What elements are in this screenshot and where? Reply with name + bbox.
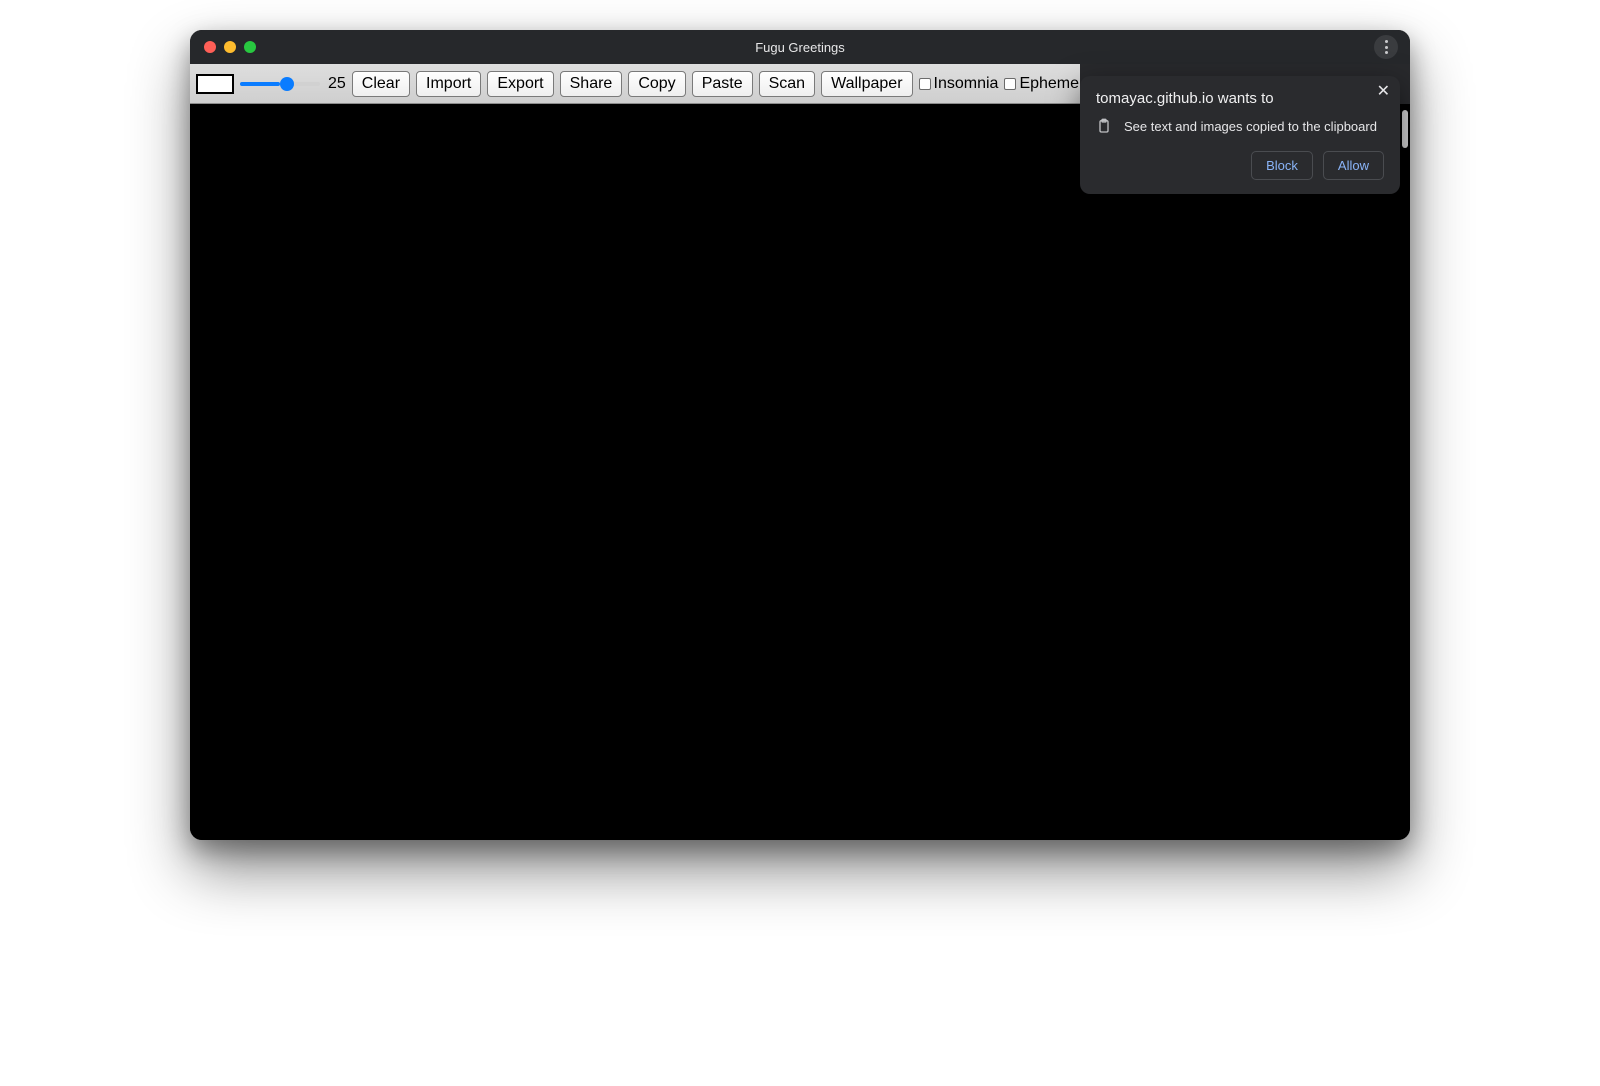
permission-description-row: See text and images copied to the clipbo…	[1096, 117, 1384, 135]
share-button[interactable]: Share	[560, 71, 623, 97]
kebab-menu-button[interactable]	[1374, 35, 1398, 59]
drawing-canvas[interactable]	[190, 104, 1410, 840]
brush-size-slider[interactable]	[240, 75, 320, 93]
clipboard-icon	[1096, 117, 1112, 135]
checkbox-icon	[919, 78, 931, 90]
copy-button[interactable]: Copy	[628, 71, 685, 97]
color-picker-swatch[interactable]	[196, 74, 234, 94]
allow-button[interactable]: Allow	[1323, 151, 1384, 180]
app-window: Fugu Greetings 25 Clear Import Export Sh…	[190, 30, 1410, 840]
scrollbar-thumb[interactable]	[1402, 110, 1408, 148]
brush-size-value: 25	[328, 75, 346, 93]
checkbox-icon	[1004, 78, 1016, 90]
clear-button[interactable]: Clear	[352, 71, 410, 97]
titlebar: Fugu Greetings	[190, 30, 1410, 64]
permission-prompt: ✕ tomayac.github.io wants to See text an…	[1080, 76, 1400, 194]
import-button[interactable]: Import	[416, 71, 481, 97]
permission-actions: Block Allow	[1096, 151, 1384, 180]
insomnia-label: Insomnia	[934, 75, 999, 93]
block-button[interactable]: Block	[1251, 151, 1313, 180]
insomnia-checkbox[interactable]: Insomnia	[919, 75, 999, 93]
permission-description: See text and images copied to the clipbo…	[1124, 119, 1377, 134]
close-icon[interactable]: ✕	[1377, 84, 1390, 100]
wallpaper-button[interactable]: Wallpaper	[821, 71, 912, 97]
permission-origin-text: tomayac.github.io wants to	[1096, 90, 1384, 107]
window-title: Fugu Greetings	[190, 40, 1410, 55]
scan-button[interactable]: Scan	[759, 71, 815, 97]
export-button[interactable]: Export	[487, 71, 553, 97]
paste-button[interactable]: Paste	[692, 71, 753, 97]
